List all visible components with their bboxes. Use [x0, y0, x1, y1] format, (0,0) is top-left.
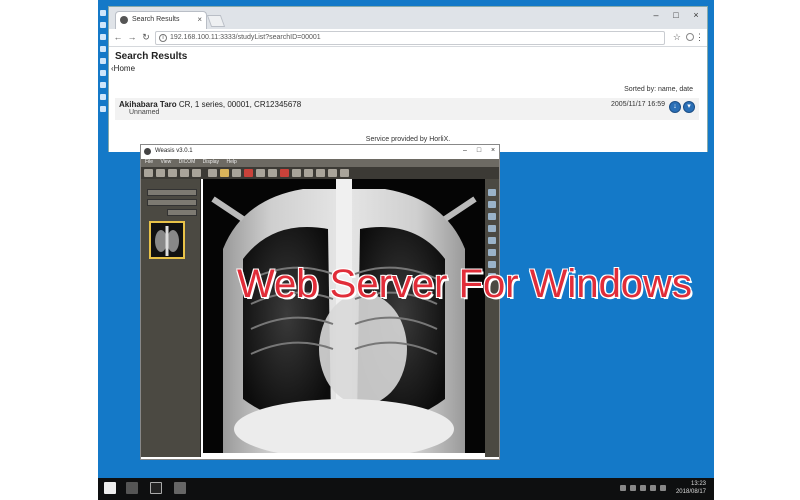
tray-icon[interactable] [650, 485, 656, 491]
page-icon [120, 16, 128, 24]
tool-icon[interactable] [488, 237, 496, 244]
overlay-title: Web Server For Windows [237, 262, 692, 306]
menu-view[interactable]: View [160, 159, 171, 165]
xray-thumbnail-icon [155, 226, 179, 256]
close-icon[interactable]: × [197, 15, 202, 24]
browser-window: Search Results × – □ × ← → ↻ i 192.168.1… [108, 6, 708, 152]
bookmark-star-icon[interactable]: ☆ [673, 32, 681, 43]
new-tab-button[interactable] [206, 15, 226, 27]
page-content: Search Results ‹Home Sorted by: name, da… [109, 48, 707, 152]
table-row[interactable]: Akihabara Taro CR, 1 series, 00001, CR12… [115, 98, 699, 120]
desktop-icon[interactable] [100, 22, 106, 28]
tool-icon[interactable] [488, 213, 496, 220]
toolbar-icon[interactable] [168, 169, 177, 177]
service-footer: Service provided by HorliX. [365, 136, 451, 143]
series-selector[interactable] [147, 189, 197, 196]
viewer-title-bar: Weasis v3.0.1 – □ × [141, 145, 499, 159]
menu-help[interactable]: Help [226, 159, 236, 165]
tab-search-results[interactable]: Search Results × [115, 11, 207, 29]
toolbar-icon[interactable] [220, 169, 229, 177]
study-date: 2005/11/17 16:59 [611, 101, 665, 108]
tray-icon[interactable] [630, 485, 636, 491]
viewer-menu-bar: File View DICOM Display Help [141, 159, 499, 167]
toolbar-icon[interactable] [208, 169, 217, 177]
viewer-right-toolbar [485, 179, 499, 457]
toolbar-icon[interactable] [180, 169, 189, 177]
desktop-icon[interactable] [100, 94, 106, 100]
task-view-icon[interactable] [126, 482, 138, 494]
clock[interactable]: 13:23 2018/08/17 [676, 480, 706, 496]
viewer-title: Weasis v3.0.1 [155, 148, 193, 154]
toolbar-icon[interactable] [268, 169, 277, 177]
close-window-icon[interactable]: × [689, 10, 703, 20]
viewer-toolbar [141, 167, 499, 179]
study-description: Unnamed [129, 109, 160, 116]
minimize-icon[interactable]: – [649, 10, 663, 20]
maximize-icon[interactable]: □ [669, 10, 683, 20]
toolbar-icon[interactable] [244, 169, 253, 177]
toolbar-icon[interactable] [340, 169, 349, 177]
view-icon[interactable]: ▾ [683, 101, 695, 113]
desktop-icon[interactable] [100, 82, 106, 88]
app-logo-icon [144, 148, 151, 155]
app-icon[interactable] [174, 482, 186, 494]
menu-dicom[interactable]: DICOM [179, 159, 196, 165]
toolbar-icon[interactable] [232, 169, 241, 177]
tool-icon[interactable] [488, 189, 496, 196]
info-icon[interactable]: i [159, 34, 167, 42]
desktop-icon[interactable] [100, 10, 106, 16]
study-selector[interactable] [147, 199, 197, 206]
minimize-icon[interactable]: – [459, 147, 471, 154]
reload-icon[interactable]: ↻ [141, 32, 151, 43]
series-thumbnail[interactable] [149, 221, 185, 259]
menu-icon[interactable]: ⋮ [695, 32, 704, 43]
url-input[interactable]: i 192.168.100.11:3333/studyList?searchID… [155, 31, 665, 45]
url-text: 192.168.100.11:3333/studyList?searchID=0… [170, 34, 321, 41]
toolbar-icon[interactable] [144, 169, 153, 177]
tray-icon[interactable] [640, 485, 646, 491]
chest-xray-icon [203, 179, 485, 453]
toolbar-icon[interactable] [156, 169, 165, 177]
toolbar-icon[interactable] [280, 169, 289, 177]
taskbar: 13:23 2018/08/17 [98, 478, 714, 500]
toolbar-icon[interactable] [256, 169, 265, 177]
menu-display[interactable]: Display [203, 159, 219, 165]
tool-icon[interactable] [488, 201, 496, 208]
forward-icon[interactable]: → [127, 32, 137, 42]
toolbar-icon[interactable] [316, 169, 325, 177]
desktop-icon[interactable] [100, 70, 106, 76]
options-button[interactable] [167, 209, 197, 216]
xray-image[interactable] [203, 179, 485, 453]
app-icon[interactable] [150, 482, 162, 494]
desktop: Search Results × – □ × ← → ↻ i 192.168.1… [98, 0, 714, 500]
extension-icon[interactable] [686, 33, 694, 41]
start-icon[interactable] [104, 482, 116, 494]
home-link[interactable]: ‹Home [111, 64, 135, 73]
viewer-left-panel [141, 179, 201, 457]
tab-strip: Search Results × – □ × [109, 7, 707, 29]
tool-icon[interactable] [488, 249, 496, 256]
toolbar-icon[interactable] [328, 169, 337, 177]
sorted-by-label: Sorted by: name, date [624, 86, 693, 93]
tray-icon[interactable] [620, 485, 626, 491]
toolbar-icon[interactable] [192, 169, 201, 177]
tool-icon[interactable] [488, 225, 496, 232]
close-window-icon[interactable]: × [487, 147, 499, 154]
tray-icon[interactable] [660, 485, 666, 491]
page-title: Search Results [115, 51, 188, 62]
desktop-icon[interactable] [100, 106, 106, 112]
menu-file[interactable]: File [145, 159, 153, 165]
back-icon[interactable]: ← [113, 32, 123, 42]
toolbar-icon[interactable] [292, 169, 301, 177]
desktop-icon[interactable] [100, 46, 106, 52]
tab-label: Search Results [132, 16, 180, 23]
patient-name[interactable]: Akihabara Taro CR, 1 series, 00001, CR12… [119, 100, 301, 109]
toolbar-icon[interactable] [304, 169, 313, 177]
address-bar-row: ← → ↻ i 192.168.100.11:3333/studyList?se… [109, 29, 707, 47]
desktop-icon[interactable] [100, 58, 106, 64]
download-icon[interactable]: ↓ [669, 101, 681, 113]
maximize-icon[interactable]: □ [473, 147, 485, 154]
desktop-icon[interactable] [100, 34, 106, 40]
desktop-left-strip [98, 0, 108, 478]
